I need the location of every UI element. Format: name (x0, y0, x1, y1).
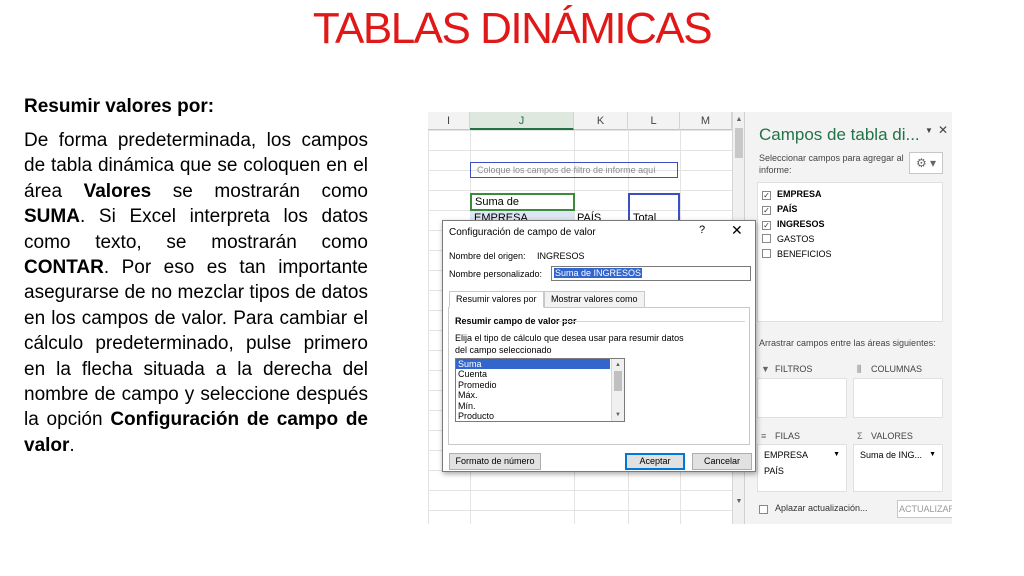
tab-panel: Resumir campo de valor por Elija el tipo… (448, 307, 750, 445)
field-item-empresa[interactable]: ✓ EMPRESA (762, 188, 822, 200)
field-label: PAÍS (777, 204, 798, 214)
rows-item-label: EMPRESA (764, 450, 809, 460)
pane-title: Campos de tabla di... (759, 125, 920, 144)
filters-label: FILTROS (775, 364, 813, 374)
para-segment: . (69, 434, 75, 456)
defer-update-checkbox[interactable] (759, 505, 768, 514)
filters-area-header: ▼ FILTROS (761, 364, 812, 374)
rows-item-pais[interactable]: PAÍS (764, 465, 844, 477)
rows-label: FILAS (775, 431, 801, 441)
suma-ingresos-cell[interactable]: Suma de INGRESOS (470, 193, 575, 222)
excel-screenshot: I J K L M Coloque los campos de filtro d… (428, 112, 952, 524)
function-option-suma[interactable]: Suma (456, 359, 610, 370)
function-option-producto[interactable]: Producto (456, 411, 624, 421)
scroll-thumb[interactable] (614, 371, 622, 391)
rows-item-label: PAÍS (764, 466, 784, 476)
para-bold-segment: Valores (83, 180, 152, 202)
scroll-up-icon[interactable]: ▲ (612, 360, 624, 370)
rows-area[interactable]: EMPRESA ▼ PAÍS (757, 444, 847, 492)
function-option-max[interactable]: Máx. (456, 390, 624, 400)
pivot-fields-pane: Campos de tabla di... ▼ ✕ Seleccionar ca… (744, 112, 952, 524)
source-name-value: INGRESOS (537, 251, 585, 261)
text-paragraph: De forma predeterminada, los campos de t… (24, 128, 368, 458)
column-header-m[interactable]: M (680, 112, 732, 130)
custom-name-value: Suma de INGRESOS (554, 268, 643, 278)
column-header-l[interactable]: L (628, 112, 680, 130)
function-option-promedio[interactable]: Promedio (456, 380, 624, 390)
scroll-thumb[interactable] (735, 128, 743, 158)
para-bold-segment: SUMA (24, 206, 80, 228)
section-divider (557, 321, 745, 322)
defer-update-label: Aplazar actualización... (775, 503, 868, 513)
para-segment: . Por eso es tan importante asegurarse d… (24, 257, 368, 431)
report-filter-drop-zone[interactable]: Coloque los campos de filtro de informe … (470, 162, 678, 178)
text-heading: Resumir valores por: (24, 96, 215, 117)
columns-icon: ⫼ (857, 364, 862, 374)
tab-summarize-values-by[interactable]: Resumir valores por (449, 291, 544, 308)
number-format-button[interactable]: Formato de número (449, 453, 541, 470)
pane-close-icon[interactable]: ✕ (938, 123, 948, 137)
source-name-label: Nombre del origen: (449, 251, 526, 261)
text-block: Resumir valores por: De forma predetermi… (24, 96, 368, 458)
gear-icon[interactable]: ⚙ ▾ (909, 152, 943, 174)
checkbox-checked-icon[interactable]: ✓ (762, 221, 771, 230)
rows-icon: ≡ (761, 431, 767, 441)
value-field-settings-dialog: Configuración de campo de valor ? ✕ Nomb… (442, 220, 756, 472)
column-header-j[interactable]: J (470, 112, 574, 130)
pane-menu-dropdown-icon[interactable]: ▼ (925, 126, 933, 135)
checkbox-icon[interactable] (762, 249, 771, 258)
column-header-row: I J K L M (428, 112, 744, 130)
para-segment: se mostrarán como (151, 180, 368, 202)
slide-title: TABLAS DINÁMICAS (312, 4, 713, 53)
checkbox-icon[interactable] (762, 234, 771, 243)
field-item-ingresos[interactable]: ✓ INGRESOS (762, 218, 825, 230)
instruction-text: Elija el tipo de cálculo que desea usar … (455, 333, 684, 355)
field-item-gastos[interactable]: GASTOS (762, 233, 814, 245)
columns-label: COLUMNAS (871, 364, 923, 374)
checkbox-checked-icon[interactable]: ✓ (762, 191, 771, 200)
dialog-title: Configuración de campo de valor (449, 227, 596, 238)
columns-area[interactable] (853, 378, 943, 418)
listbox-scrollbar[interactable]: ▲ ▼ (611, 359, 624, 421)
para-bold-segment: CONTAR (24, 257, 104, 279)
column-header-i[interactable]: I (428, 112, 470, 130)
column-header-k[interactable]: K (574, 112, 628, 130)
field-label: EMPRESA (777, 189, 822, 199)
close-icon[interactable]: ✕ (731, 222, 743, 239)
field-label: BENEFICIOS (777, 249, 832, 259)
rows-area-header: ≡ FILAS (761, 431, 800, 441)
rows-item-empresa[interactable]: EMPRESA ▼ (764, 449, 844, 461)
values-area-header: Σ VALORES (857, 431, 913, 441)
help-icon[interactable]: ? (699, 224, 705, 236)
values-label: VALORES (871, 431, 913, 441)
dropdown-arrow-icon[interactable]: ▼ (833, 449, 840, 461)
filter-icon: ▼ (761, 364, 770, 374)
field-item-beneficios[interactable]: BENEFICIOS (762, 248, 832, 260)
checkbox-checked-icon[interactable]: ✓ (762, 206, 771, 215)
sigma-icon: Σ (857, 431, 863, 441)
cancel-button[interactable]: Cancelar (692, 453, 752, 470)
columns-area-header: ⫼ COLUMNAS (857, 364, 922, 375)
custom-name-label: Nombre personalizado: (449, 269, 543, 279)
values-item-label: Suma de ING... (860, 450, 923, 460)
custom-name-input[interactable]: Suma de INGRESOS (551, 266, 751, 281)
field-label: INGRESOS (777, 219, 825, 229)
function-option-min[interactable]: Mín. (456, 401, 624, 411)
tab-show-values-as[interactable]: Mostrar valores como (544, 291, 645, 308)
field-item-pais[interactable]: ✓ PAÍS (762, 203, 797, 215)
field-list: ✓ EMPRESA ✓ PAÍS ✓ INGRESOS GASTOS BENEFICI… (757, 182, 943, 322)
pane-subtitle: Seleccionar campos para agregar al infor… (759, 153, 904, 175)
field-label: GASTOS (777, 234, 815, 244)
function-listbox[interactable]: Suma Cuenta Promedio Máx. Mín. Producto … (455, 358, 625, 422)
areas-label: Arrastrar campos entre las áreas siguien… (759, 338, 936, 348)
dropdown-arrow-icon[interactable]: ▼ (929, 449, 936, 461)
ok-button[interactable]: Aceptar (625, 453, 685, 470)
function-option-cuenta[interactable]: Cuenta (456, 369, 624, 379)
filters-area[interactable] (757, 378, 847, 418)
values-area[interactable]: Suma de ING... ▼ (853, 444, 943, 492)
scroll-down-icon[interactable]: ▼ (612, 410, 624, 420)
update-button[interactable]: ACTUALIZAR (897, 500, 952, 518)
values-item-suma-ingresos[interactable]: Suma de ING... ▼ (860, 449, 940, 461)
